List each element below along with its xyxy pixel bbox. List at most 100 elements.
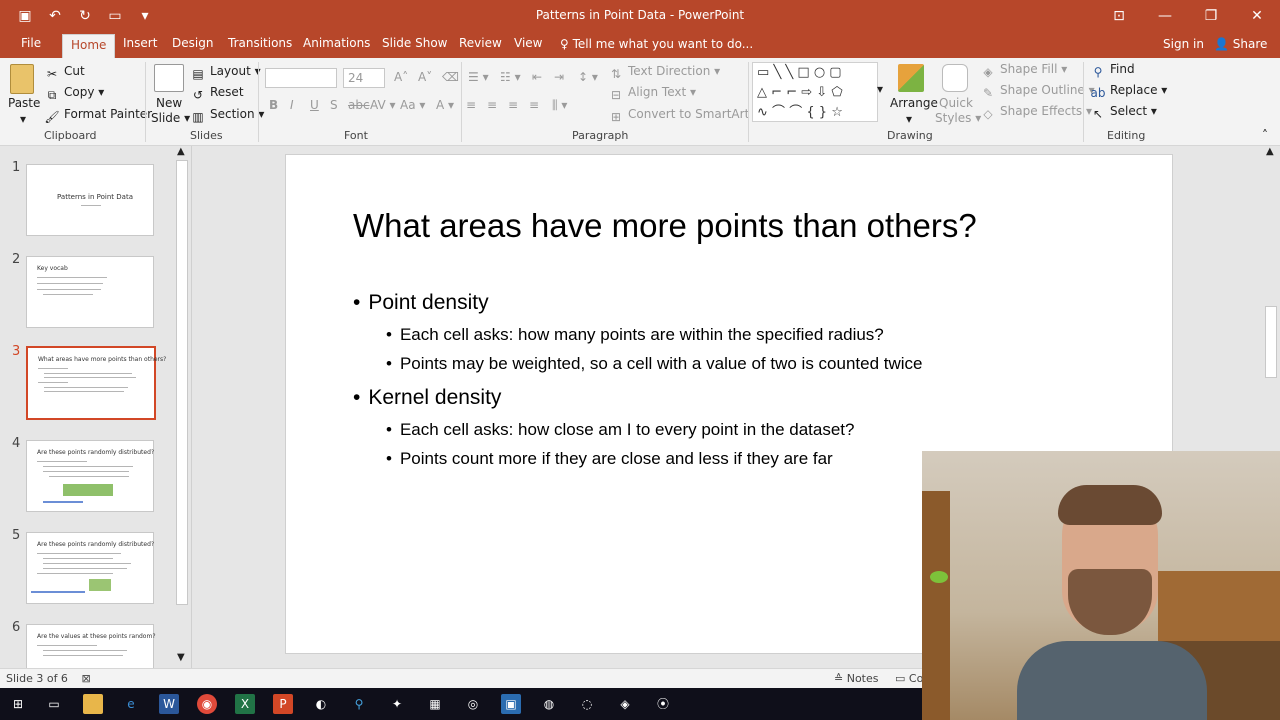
shape-outline-button[interactable]: ✎ Shape Outline ▾ [980, 83, 1095, 101]
slide-thumb-6[interactable]: Are the values at these points random? [26, 624, 156, 668]
select-button[interactable]: ↖ Select ▾ [1090, 104, 1157, 122]
slide-thumb-1[interactable]: Patterns in Point Data [26, 164, 154, 236]
paste-dropdown-icon[interactable]: ▾ [20, 112, 26, 126]
excel-icon[interactable]: X [235, 694, 255, 714]
section-button[interactable]: ▥ Section ▾ [190, 107, 264, 125]
tell-me-box[interactable]: ♀ Tell me what you want to do... [560, 37, 753, 51]
freeform-shape-icon[interactable]: ⬠ [831, 85, 842, 100]
columns-icon[interactable]: ⫼ ▾ [552, 98, 567, 113]
font-size-input[interactable]: 24 [343, 68, 385, 88]
layout-button[interactable]: ▤ Layout ▾ [190, 64, 260, 82]
bullet-level2[interactable]: • Each cell asks: how close am I to every… [386, 420, 854, 440]
clear-format-icon[interactable]: ⌫ [442, 70, 459, 84]
paste-button[interactable]: Paste [8, 96, 40, 110]
text-direction-button[interactable]: ⇅ Text Direction ▾ [608, 64, 720, 82]
slide-thumb-3[interactable]: What areas have more points than others? [26, 346, 166, 420]
font-name-input[interactable] [265, 68, 337, 88]
scroll-down-icon[interactable]: ▼ [177, 652, 185, 663]
notes-button[interactable]: ≙ Notes [834, 672, 879, 685]
line-shape-icon[interactable]: ╲ [773, 65, 781, 80]
down-arrow-shape-icon[interactable]: ⇩ [816, 85, 827, 100]
tab-slide-show[interactable]: Slide Show [382, 36, 447, 50]
scroll-up-icon[interactable]: ▲ [1266, 146, 1274, 157]
underline-icon[interactable]: U [310, 98, 319, 112]
thumbnails-scrollbar[interactable]: ▲ ▼ [174, 146, 190, 668]
app-icon[interactable]: ◍ [539, 694, 559, 714]
arrow-shape-icon[interactable]: ╲ [785, 65, 793, 80]
new-slide-icon[interactable] [154, 64, 184, 92]
scrollbar-thumb[interactable] [1265, 306, 1277, 378]
numbering-icon[interactable]: ☷ ▾ [500, 70, 521, 84]
collapse-ribbon-icon[interactable]: ˄ [1262, 128, 1268, 142]
quick-styles-icon[interactable] [942, 64, 968, 92]
tab-animations[interactable]: Animations [303, 36, 370, 50]
align-left-icon[interactable]: ≡ [466, 98, 476, 112]
right-arrow-shape-icon[interactable]: ⇨ [801, 85, 812, 100]
increase-indent-icon[interactable]: ⇥ [554, 70, 564, 84]
windows-start-icon[interactable]: ⊞ [8, 694, 28, 714]
search-app-icon[interactable]: ⚲ [349, 694, 369, 714]
align-right-icon[interactable]: ≡ [508, 98, 518, 112]
italic-icon[interactable]: I [290, 98, 294, 112]
shadow-icon[interactable]: S [330, 98, 338, 112]
app-icon[interactable]: ◎ [463, 694, 483, 714]
shapes-gallery[interactable]: ▭ ╲ ╲ □ ○ ▢ △ ⌐ ⌐ ⇨ ⇩ ⬠ ∿ ⌒ ⌒ { } ☆ [752, 62, 878, 122]
increase-font-icon[interactable]: A˄ [394, 70, 408, 84]
elbow-shape-icon[interactable]: ⌐ [771, 85, 782, 100]
tab-home[interactable]: Home [62, 34, 116, 58]
copy-button[interactable]: ⧉ Copy ▾ [44, 85, 105, 103]
slide-title[interactable]: What areas have more points than others? [353, 207, 977, 245]
file-explorer-icon[interactable] [83, 694, 103, 714]
tab-insert[interactable]: Insert [123, 36, 157, 50]
decrease-font-icon[interactable]: A˅ [418, 70, 432, 84]
paste-icon[interactable] [10, 64, 34, 94]
rectangle-shape-icon[interactable]: □ [797, 65, 809, 80]
format-painter-button[interactable]: 🖌 Format Painter [44, 107, 152, 125]
task-view-icon[interactable]: ▭ [44, 694, 64, 714]
rounded-rect-shape-icon[interactable]: ▢ [829, 65, 841, 80]
quick-styles-button[interactable]: Quick [939, 96, 973, 110]
justify-icon[interactable]: ≡ [529, 98, 539, 112]
calculator-icon[interactable]: ▦ [425, 694, 445, 714]
line-spacing-icon[interactable]: ↕ ▾ [578, 70, 598, 84]
shape-effects-button[interactable]: ◇ Shape Effects ▾ [980, 104, 1092, 122]
tab-file[interactable]: File [21, 36, 41, 50]
bullet-level1[interactable]: • Kernel density [353, 386, 501, 410]
textbox-shape-icon[interactable]: ▭ [757, 65, 769, 80]
elbow-arrow-shape-icon[interactable]: ⌐ [786, 85, 797, 100]
bullet-level2[interactable]: • Points may be weighted, so a cell with … [386, 354, 923, 374]
slide-thumb-4[interactable]: Are these points randomly distributed? [26, 440, 154, 512]
app-icon[interactable]: ◐ [311, 694, 331, 714]
arrange-dropdown-icon[interactable]: ▾ [906, 112, 912, 126]
bullet-level2[interactable]: • Each cell asks: how many points are wit… [386, 325, 884, 345]
star-shape-icon[interactable]: ☆ [831, 105, 843, 120]
bold-icon[interactable]: B [269, 98, 278, 112]
scroll-up-icon[interactable]: ▲ [177, 146, 185, 157]
font-color-icon[interactable]: A ▾ [436, 98, 454, 112]
shape-fill-button[interactable]: ◈ Shape Fill ▾ [980, 62, 1067, 80]
align-text-button[interactable]: ⊟ Align Text ▾ [608, 85, 696, 103]
app-icon[interactable]: ✦ [387, 694, 407, 714]
shapes-gallery-more-icon[interactable]: ▾ [877, 82, 883, 96]
bullets-icon[interactable]: ☰ ▾ [468, 70, 489, 84]
find-button[interactable]: ⚲ Find [1090, 62, 1135, 80]
app-icon[interactable]: ◈ [615, 694, 635, 714]
ribbon-display-icon[interactable]: ⊡ [1096, 0, 1142, 32]
edge-icon[interactable]: e [121, 694, 141, 714]
app-icon[interactable]: ▣ [501, 694, 521, 714]
tab-review[interactable]: Review [459, 36, 502, 50]
new-slide-button[interactable]: New [156, 96, 182, 110]
sign-in-link[interactable]: Sign in [1163, 37, 1204, 51]
restore-icon[interactable]: ❐ [1188, 0, 1234, 32]
cut-button[interactable]: ✂ Cut [44, 64, 85, 82]
strikethrough-icon[interactable]: abc [348, 98, 370, 112]
reset-button[interactable]: ↺ Reset [190, 85, 244, 103]
spell-check-icon[interactable]: ⊠ [81, 672, 90, 685]
oval-shape-icon[interactable]: ○ [814, 65, 825, 80]
char-spacing-icon[interactable]: AV ▾ [370, 98, 396, 112]
scribble-shape-icon[interactable]: ∿ [757, 105, 768, 120]
slide-thumb-2[interactable]: Key vocab [26, 256, 154, 328]
tab-design[interactable]: Design [172, 36, 213, 50]
align-center-icon[interactable]: ≡ [487, 98, 497, 112]
replace-button[interactable]: ab Replace ▾ [1090, 83, 1168, 101]
